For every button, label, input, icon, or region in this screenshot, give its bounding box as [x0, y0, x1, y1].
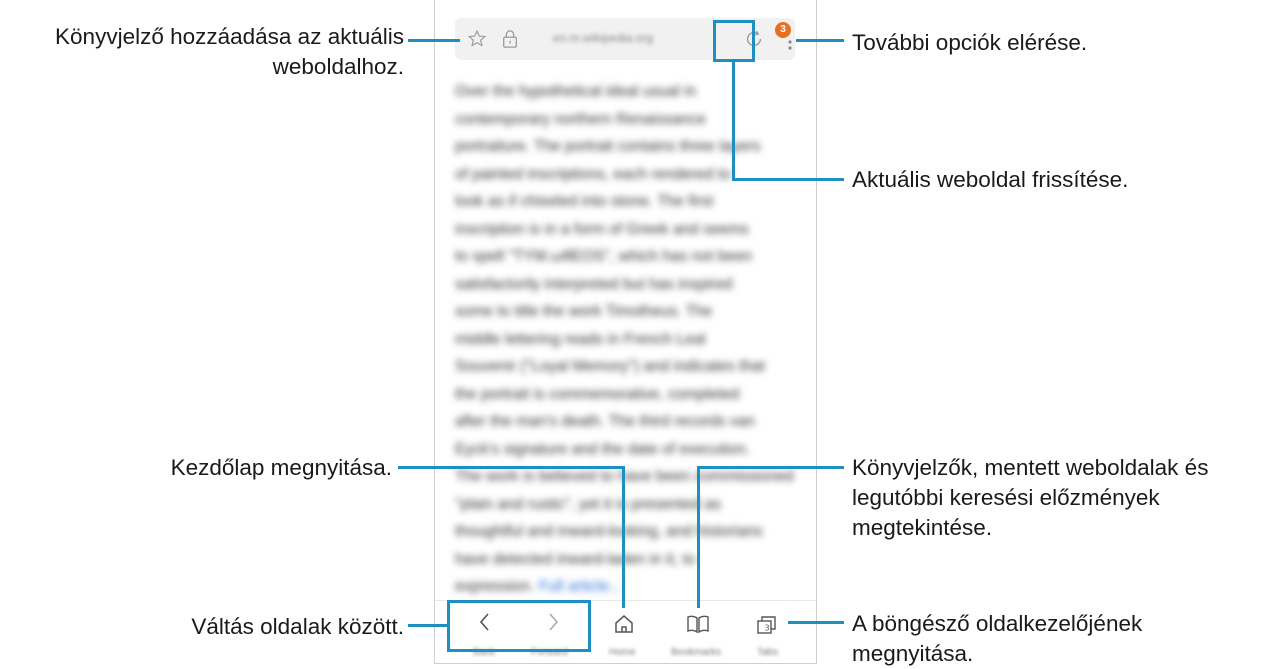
- callout-bookmark-add: Könyvjelző hozzáadása az aktuális webold…: [55, 24, 404, 79]
- browser-screen: en.m.wikipedia.org 3 Over the hypothetic…: [434, 0, 817, 664]
- callout-refresh: Aktuális weboldal frissítése.: [852, 167, 1129, 192]
- article-line: middle lettering reads in French Leal: [455, 330, 706, 348]
- connector-refresh-h: [732, 178, 844, 181]
- article-line: to spell "TYM.ωθEOS", which has not been: [455, 248, 753, 265]
- callout-bookmarks-view: Könyvjelzők, mentett weboldalak és legut…: [852, 455, 1209, 540]
- article-line: Eyck's signature and the date of executi…: [455, 440, 751, 458]
- notification-badge: 3: [775, 22, 791, 38]
- article-content: Over the hypothetical ideal usual in cont…: [455, 78, 800, 601]
- callout-home: Kezdőlap megnyitása.: [170, 455, 392, 480]
- url-text[interactable]: en.m.wikipedia.org: [553, 31, 653, 45]
- connector-tab-manager: [788, 621, 844, 624]
- lock-icon: [503, 30, 517, 48]
- full-article-link[interactable]: Full article...: [539, 578, 623, 595]
- article-line: of painted inscriptions, each rendered t…: [455, 165, 731, 183]
- connector-more-options: [796, 39, 844, 42]
- connector-bookmarks-h: [697, 466, 844, 469]
- callout-more-options: További opciók elérése.: [852, 30, 1088, 55]
- article-line: some to title the work Timotheus. The: [455, 303, 713, 320]
- article-line: the portrait is commemorative, completed: [455, 385, 740, 403]
- tabs-label: Tabs: [757, 647, 779, 658]
- article-line: Over the hypothetical ideal usual in: [455, 83, 697, 100]
- bookmarks-book-icon[interactable]: [685, 613, 711, 635]
- article-line: inscription is in a form of Greek and se…: [455, 220, 749, 238]
- home-icon[interactable]: [613, 613, 635, 635]
- article-line: satisfactorily interpreted but has inspi…: [455, 275, 733, 293]
- refresh-highlight: [713, 20, 755, 62]
- tabs-manager-icon[interactable]: 3: [755, 614, 779, 636]
- callout-switch-pages: Váltás oldalak között.: [191, 614, 404, 639]
- article-line: look as if chiseled into stone. The firs…: [455, 193, 714, 210]
- home-label: Home: [609, 647, 636, 658]
- bookmark-star-icon[interactable]: [467, 29, 487, 49]
- connector-switch-pages: [408, 624, 448, 627]
- article-line: thoughtful and inward-looking, and histo…: [455, 523, 763, 540]
- article-line: "plain and rustic", yet it is presented …: [455, 495, 722, 513]
- article-line: portraiture. The portrait contains three…: [455, 138, 761, 155]
- article-line: have detected inward-laden in it, to: [455, 550, 696, 568]
- connector-refresh-v: [732, 62, 735, 180]
- connector-bookmark-add: [408, 39, 460, 42]
- page-switch-highlight: [447, 600, 591, 652]
- svg-text:3: 3: [765, 624, 770, 633]
- article-line: after the man's death. The third records…: [455, 413, 755, 430]
- article-line: Souvenir ("Loyal Memory") and indicates …: [455, 358, 765, 375]
- callout-tab-manager: A böngésző oldalkezelőjének megnyitása.: [852, 611, 1143, 666]
- article-last-line: expression.: [455, 578, 535, 595]
- connector-bookmarks-v: [697, 466, 700, 608]
- connector-home-h: [398, 466, 625, 469]
- connector-home-v: [622, 466, 625, 608]
- article-line: contemporary northern Renaissance: [455, 110, 706, 128]
- bookmarks-label: Bookmarks: [671, 647, 722, 658]
